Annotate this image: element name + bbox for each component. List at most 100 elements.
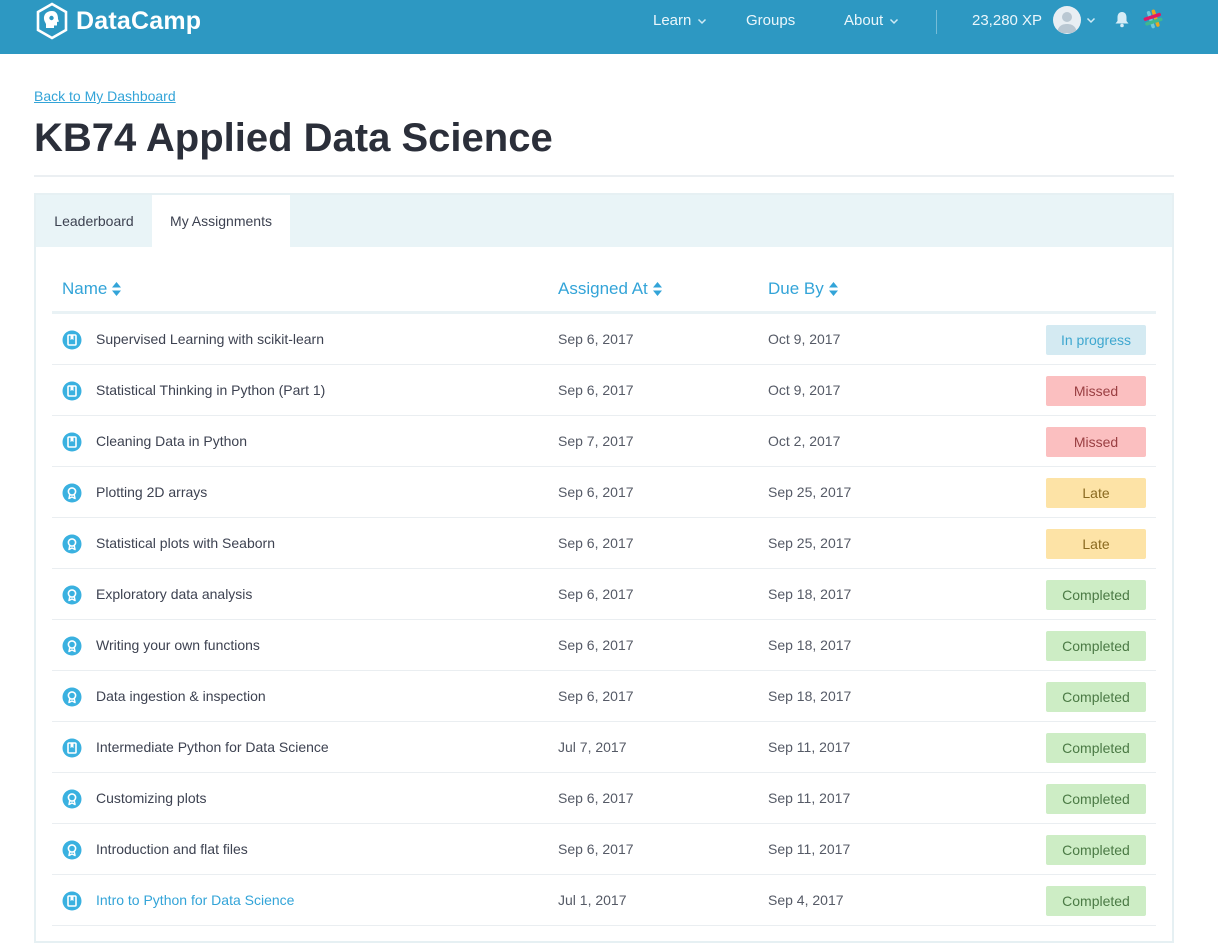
due-date: Sep 4, 2017: [768, 892, 844, 908]
assignment-name[interactable]: Cleaning Data in Python: [96, 433, 247, 449]
table-row[interactable]: Introduction and flat files Sep 6, 2017 Se…: [52, 824, 1156, 875]
assigned-date: Sep 7, 2017: [558, 433, 634, 449]
course-icon: [62, 432, 82, 452]
status-badge: In progress: [1046, 325, 1146, 355]
course-icon: [62, 738, 82, 758]
table-row[interactable]: Plotting 2D arrays Sep 6, 2017 Sep 25, 201…: [52, 467, 1156, 518]
due-date: Sep 11, 2017: [768, 739, 851, 755]
nav-groups-label: Groups: [746, 12, 796, 29]
assigned-date: Sep 6, 2017: [558, 790, 634, 806]
column-header-name[interactable]: Name: [62, 279, 122, 299]
status-badge: Completed: [1046, 784, 1146, 814]
status-badge: Missed: [1046, 376, 1146, 406]
column-header-name-label: Name: [62, 279, 108, 298]
chapter-icon: [62, 840, 82, 860]
assignment-name[interactable]: Introduction and flat files: [96, 841, 248, 857]
assignment-name[interactable]: Exploratory data analysis: [96, 586, 252, 602]
table-row[interactable]: Writing your own functions Sep 6, 2017 Sep…: [52, 620, 1156, 671]
assigned-date: Sep 6, 2017: [558, 637, 634, 653]
table-row[interactable]: Intermediate Python for Data Science Jul …: [52, 722, 1156, 773]
course-icon: [62, 381, 82, 401]
bell-icon[interactable]: [1112, 9, 1132, 29]
status-badge: Completed: [1046, 886, 1146, 916]
due-date: Sep 18, 2017: [768, 688, 852, 704]
table-row[interactable]: Statistical Thinking in Python (Part 1) S…: [52, 365, 1156, 416]
due-date: Oct 9, 2017: [768, 331, 841, 347]
assigned-date: Sep 6, 2017: [558, 535, 634, 551]
column-header-assigned-at[interactable]: Assigned At: [558, 279, 663, 299]
assigned-date: Sep 6, 2017: [558, 382, 634, 398]
nav-about[interactable]: About: [844, 12, 899, 29]
assignment-name[interactable]: Intermediate Python for Data Science: [96, 739, 329, 755]
table-row[interactable]: Exploratory data analysis Sep 6, 2017 Sep …: [52, 569, 1156, 620]
assigned-date: Sep 6, 2017: [558, 688, 634, 704]
assignment-name[interactable]: Data ingestion & inspection: [96, 688, 266, 704]
brand-name: DataCamp: [76, 6, 202, 35]
nav-divider: [936, 10, 937, 34]
tab-my-assignments[interactable]: My Assignments: [152, 195, 290, 247]
assignment-name[interactable]: Statistical Thinking in Python (Part 1): [96, 382, 325, 398]
status-badge: Late: [1046, 529, 1146, 559]
column-header-assigned-label: Assigned At: [558, 279, 648, 298]
avatar-icon: [1057, 12, 1077, 33]
due-date: Sep 11, 2017: [768, 790, 851, 806]
nav-about-label: About: [844, 12, 884, 29]
chevron-down-icon: [890, 18, 899, 24]
sort-icon: [652, 282, 662, 296]
table-row[interactable]: Cleaning Data in Python Sep 7, 2017 Oct 2,…: [52, 416, 1156, 467]
back-to-dashboard-link[interactable]: Back to My Dashboard: [34, 88, 176, 104]
datacamp-logo[interactable]: DataCamp: [34, 2, 201, 40]
nav-learn-label: Learn: [653, 12, 692, 29]
chapter-icon: [62, 534, 82, 554]
assignment-name[interactable]: Supervised Learning with scikit-learn: [96, 331, 324, 347]
sort-icon: [828, 282, 838, 296]
status-badge: Missed: [1046, 427, 1146, 457]
assignment-name[interactable]: Plotting 2D arrays: [96, 484, 207, 500]
table-row[interactable]: Intro to Python for Data Science Jul 1, 2…: [52, 875, 1156, 926]
assigned-date: Jul 7, 2017: [558, 739, 627, 755]
tab-bar: Leaderboard My Assignments: [36, 195, 1172, 247]
status-badge: Completed: [1046, 835, 1146, 865]
chapter-icon: [62, 585, 82, 605]
due-date: Sep 18, 2017: [768, 586, 852, 602]
table-row[interactable]: Statistical plots with Seaborn Sep 6, 201…: [52, 518, 1156, 569]
due-date: Sep 25, 2017: [768, 484, 852, 500]
due-date: Sep 18, 2017: [768, 637, 852, 653]
nav-learn[interactable]: Learn: [653, 12, 707, 29]
nav-groups[interactable]: Groups: [746, 12, 795, 29]
table-row[interactable]: Data ingestion & inspection Sep 6, 2017 Se…: [52, 671, 1156, 722]
status-badge: Completed: [1046, 733, 1146, 763]
course-icon: [62, 330, 82, 350]
avatar[interactable]: [1053, 6, 1081, 34]
top-nav-bar: DataCamp Learn Groups About 23,280 XP: [0, 0, 1218, 54]
chevron-down-icon[interactable]: [1086, 15, 1096, 25]
assigned-date: Jul 1, 2017: [558, 892, 627, 908]
table-row[interactable]: Customizing plots Sep 6, 2017 Sep 11, 2017…: [52, 773, 1156, 824]
assigned-date: Sep 6, 2017: [558, 331, 634, 347]
status-badge: Late: [1046, 478, 1146, 508]
assigned-date: Sep 6, 2017: [558, 841, 634, 857]
status-badge: Completed: [1046, 682, 1146, 712]
due-date: Sep 11, 2017: [768, 841, 851, 857]
status-badge: Completed: [1046, 580, 1146, 610]
assignment-name[interactable]: Intro to Python for Data Science: [96, 892, 294, 908]
course-icon: [62, 891, 82, 911]
column-header-due-by[interactable]: Due By: [768, 279, 839, 299]
table-row[interactable]: Supervised Learning with scikit-learn Sep…: [52, 314, 1156, 365]
slack-icon[interactable]: [1142, 8, 1164, 30]
tab-leaderboard[interactable]: Leaderboard: [36, 195, 152, 247]
assigned-date: Sep 6, 2017: [558, 484, 634, 500]
chevron-down-icon: [698, 18, 707, 24]
column-header-due-label: Due By: [768, 279, 824, 298]
chapter-icon: [62, 483, 82, 503]
datacamp-logo-icon: [36, 2, 68, 40]
assignment-name[interactable]: Writing your own functions: [96, 637, 260, 653]
xp-counter: 23,280 XP: [972, 12, 1043, 29]
assignment-name[interactable]: Customizing plots: [96, 790, 207, 806]
chapter-icon: [62, 687, 82, 707]
assignment-name[interactable]: Statistical plots with Seaborn: [96, 535, 275, 551]
title-divider: [34, 175, 1174, 177]
page-title: KB74 Applied Data Science: [34, 116, 553, 160]
chapter-icon: [62, 789, 82, 809]
chapter-icon: [62, 636, 82, 656]
